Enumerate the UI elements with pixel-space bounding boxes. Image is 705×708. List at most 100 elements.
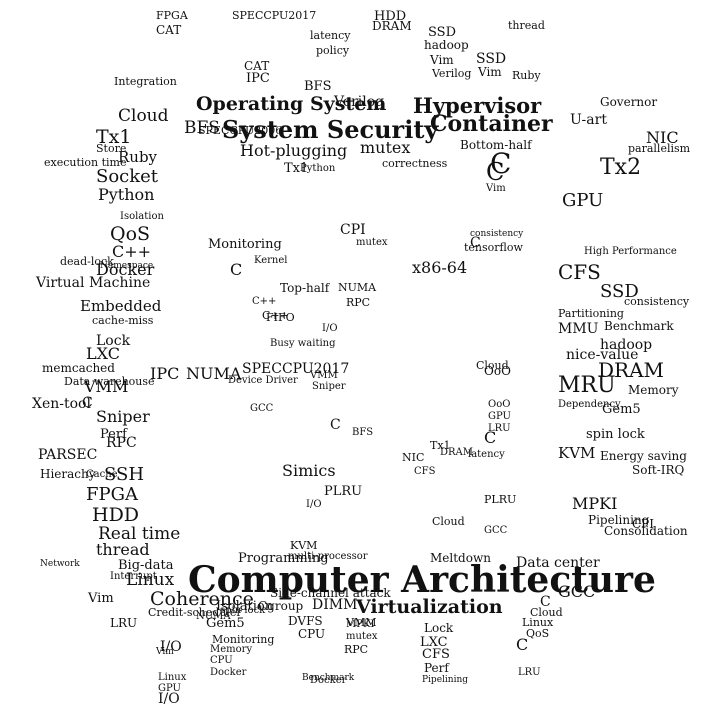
cloud-word: Verilog: [334, 94, 385, 110]
cloud-word: CAT: [156, 23, 182, 37]
cloud-word: MMU: [558, 321, 599, 337]
cloud-word: LRU: [110, 616, 138, 630]
cloud-word: Sniper: [96, 407, 150, 426]
cloud-word: VMM: [346, 616, 377, 629]
cloud-word: C: [82, 395, 93, 411]
cloud-word: High Performance: [584, 246, 677, 257]
cloud-word: Linux: [522, 616, 554, 629]
cloud-word: PLRU: [484, 493, 517, 506]
cloud-word: Socket: [96, 166, 159, 187]
cloud-word: Partitioning: [558, 307, 624, 320]
cloud-word: mutex: [346, 631, 378, 642]
cloud-word: Interrupt: [110, 571, 157, 582]
cloud-word: Memory: [628, 383, 679, 397]
cloud-word: latency: [310, 29, 351, 42]
cloud-word: Energy saving: [600, 449, 687, 463]
cloud-word: KVM: [290, 539, 318, 552]
cloud-word: GPU: [488, 411, 511, 422]
cloud-word: correctness: [382, 157, 448, 170]
cloud-word: GCC: [484, 525, 508, 536]
cloud-word: U-art: [570, 112, 607, 128]
cloud-word: Store: [96, 142, 127, 155]
cloud-word: Lock: [424, 621, 454, 635]
cloud-word: Top-half: [280, 281, 330, 295]
cloud-word: I/O: [306, 499, 322, 510]
cloud-word: C: [486, 158, 505, 186]
cloud-word: Embedded: [80, 297, 162, 315]
cloud-word: CPU: [210, 655, 233, 666]
cloud-word: MPKI: [572, 494, 618, 513]
cloud-word: consistency: [470, 229, 524, 239]
cloud-word: C++: [112, 242, 152, 261]
cloud-word: NIC: [402, 451, 425, 464]
cloud-word: I/O: [158, 691, 180, 707]
cloud-word: Cloud: [476, 359, 509, 372]
cloud-word: Hierachy: [40, 467, 96, 481]
cloud-word: C: [330, 417, 341, 433]
cloud-word: Sniper: [312, 381, 346, 392]
cloud-word: Governor: [600, 95, 658, 109]
cloud-word: Vim: [486, 183, 506, 194]
cloud-word: OoO: [488, 399, 511, 410]
cloud-word: GCC: [250, 403, 274, 414]
cloud-word: consistency: [624, 295, 690, 308]
cloud-word: Tx2: [600, 155, 642, 180]
cloud-word: VMM: [310, 370, 338, 381]
word-cloud: Computer Architecture System Security Op…: [0, 0, 705, 708]
cloud-word: DVFS: [288, 614, 323, 628]
cloud-word: cache-miss: [92, 314, 154, 327]
cloud-word: Kernel: [254, 255, 288, 266]
cloud-word: Pipelining: [422, 675, 469, 685]
cloud-word: Linux: [158, 672, 187, 683]
cloud-word: Namespace: [100, 261, 154, 271]
cloud-word: DIMM: [312, 597, 358, 613]
cloud-word: Busy waiting: [270, 338, 336, 349]
cloud-word: hadoop: [600, 337, 653, 353]
cloud-word: PLRU: [324, 484, 363, 499]
cloud-word: Vim: [430, 53, 454, 67]
cloud-word: Vim: [478, 65, 502, 79]
cloud-word: Dependency: [558, 399, 621, 410]
cloud-word: LXC: [86, 344, 120, 363]
cloud-word: NUMA: [338, 281, 377, 294]
cloud-word: Verilog: [432, 67, 472, 80]
cloud-word: BFS: [304, 79, 332, 94]
cloud-word: Meltdown: [430, 551, 491, 565]
cloud-word: multi-processor: [288, 551, 368, 562]
cloud-word: Virtualization: [356, 596, 503, 618]
cloud-word: policy: [316, 44, 350, 57]
cloud-word: Monitoring: [208, 237, 282, 252]
cloud-word: Vim: [88, 591, 114, 606]
cloud-word: FPGA: [156, 9, 188, 22]
cloud-word: Soft-IRQ: [632, 463, 685, 477]
cloud-word: Ruby: [512, 69, 541, 82]
cloud-word: Simics: [282, 461, 336, 480]
cloud-word: CPI: [632, 517, 654, 531]
cloud-word: Cloud: [432, 515, 465, 528]
cloud-word: Python: [98, 185, 155, 204]
cloud-word: CFS: [558, 260, 601, 284]
cloud-word: HDD: [92, 504, 140, 526]
cloud-word: GPU: [562, 190, 604, 211]
cloud-word: LRU: [518, 667, 541, 678]
cloud-word: I/O: [322, 323, 338, 334]
cloud-word: Memory: [210, 644, 253, 655]
cloud-word: CFS: [414, 466, 436, 477]
cloud-word: latency: [468, 449, 505, 460]
cloud-word: Container: [430, 111, 553, 137]
cloud-word: Cloud: [118, 106, 169, 126]
cloud-word: Integration: [114, 75, 177, 88]
cloud-word: DRAM: [598, 358, 665, 382]
cloud-word: C++: [262, 309, 289, 322]
cloud-word: Data center: [516, 555, 600, 571]
cloud-word: Benchmark: [604, 319, 674, 333]
cloud-word: Perf: [424, 661, 449, 675]
cloud-word: IPC: [246, 71, 270, 86]
cloud-word: thread: [508, 19, 545, 32]
cloud-word: C++: [252, 296, 277, 307]
cloud-word: Virtual Machine: [36, 275, 151, 291]
cloud-word: LRU: [488, 423, 511, 434]
cloud-word: thread: [96, 540, 150, 559]
cloud-word: PARSEC: [38, 447, 98, 463]
cloud-word: SPECCPU2006: [198, 124, 283, 137]
